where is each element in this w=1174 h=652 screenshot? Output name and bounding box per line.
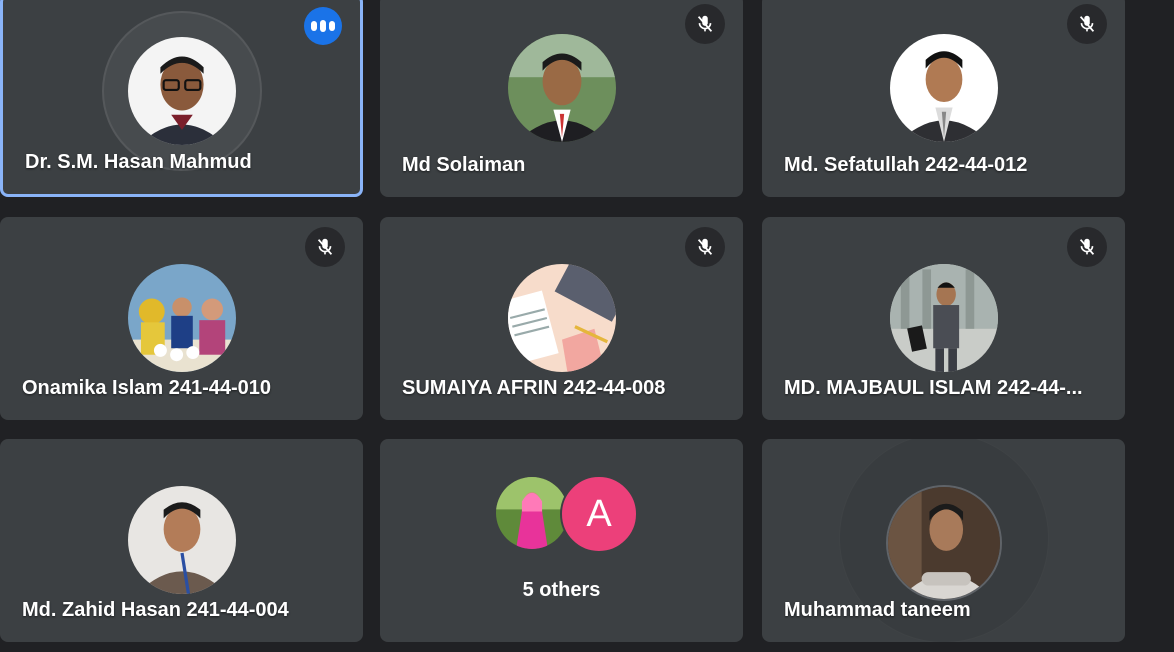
participant-tile-7[interactable]: Md. Zahid Hasan 241-44-004 bbox=[0, 439, 363, 642]
participant-tile-2[interactable]: Md Solaiman bbox=[380, 0, 743, 197]
participant-avatar bbox=[127, 486, 236, 594]
participant-avatar bbox=[507, 34, 616, 142]
muted-mic-icon bbox=[1067, 227, 1107, 267]
participant-tile-8[interactable]: Muhammad taneem bbox=[762, 439, 1125, 642]
participant-avatar bbox=[885, 485, 1002, 601]
participant-avatar bbox=[127, 37, 236, 145]
others-count-label: 5 others bbox=[522, 579, 601, 601]
muted-mic-icon bbox=[685, 4, 725, 44]
participant-tile-1[interactable]: Dr. S.M. Hasan Mahmud bbox=[0, 0, 363, 197]
muted-mic-icon bbox=[1067, 4, 1107, 44]
participant-tile-5[interactable]: SUMAIYA AFRIN 242-44-008 bbox=[380, 217, 743, 420]
participant-tile-6[interactable]: MD. MAJBAUL ISLAM 242-44-... bbox=[762, 217, 1125, 420]
participant-tile-4[interactable]: Onamika Islam 241-44-010 bbox=[0, 217, 363, 420]
participant-avatar bbox=[889, 264, 998, 372]
others-tile[interactable]: A 5 others bbox=[380, 439, 743, 642]
participant-avatar bbox=[127, 264, 236, 372]
muted-mic-icon bbox=[305, 227, 345, 267]
participant-name: Md. Zahid Hasan 241-44-004 bbox=[22, 599, 289, 621]
participant-name: Muhammad taneem bbox=[784, 599, 971, 621]
participant-avatar bbox=[496, 477, 568, 549]
participant-tile-3[interactable]: Md. Sefatullah 242-44-012 bbox=[762, 0, 1125, 197]
muted-mic-icon bbox=[685, 227, 725, 267]
participant-name: Onamika Islam 241-44-010 bbox=[22, 377, 272, 399]
participant-avatar bbox=[889, 34, 998, 142]
meeting-grid: Dr. S.M. Hasan Mahmud Md Solaiman Md. Se… bbox=[0, 0, 1174, 652]
participant-avatar bbox=[507, 264, 616, 372]
participant-name: SUMAIYA AFRIN 242-44-008 bbox=[402, 377, 666, 399]
speaking-indicator-icon bbox=[304, 7, 342, 45]
participant-name: MD. MAJBAUL ISLAM 242-44-... bbox=[784, 377, 1083, 399]
letter-avatar: A bbox=[560, 475, 638, 553]
participant-name: Md Solaiman bbox=[402, 154, 526, 176]
participant-name: Md. Sefatullah 242-44-012 bbox=[784, 154, 1028, 176]
participant-name: Dr. S.M. Hasan Mahmud bbox=[25, 151, 252, 173]
